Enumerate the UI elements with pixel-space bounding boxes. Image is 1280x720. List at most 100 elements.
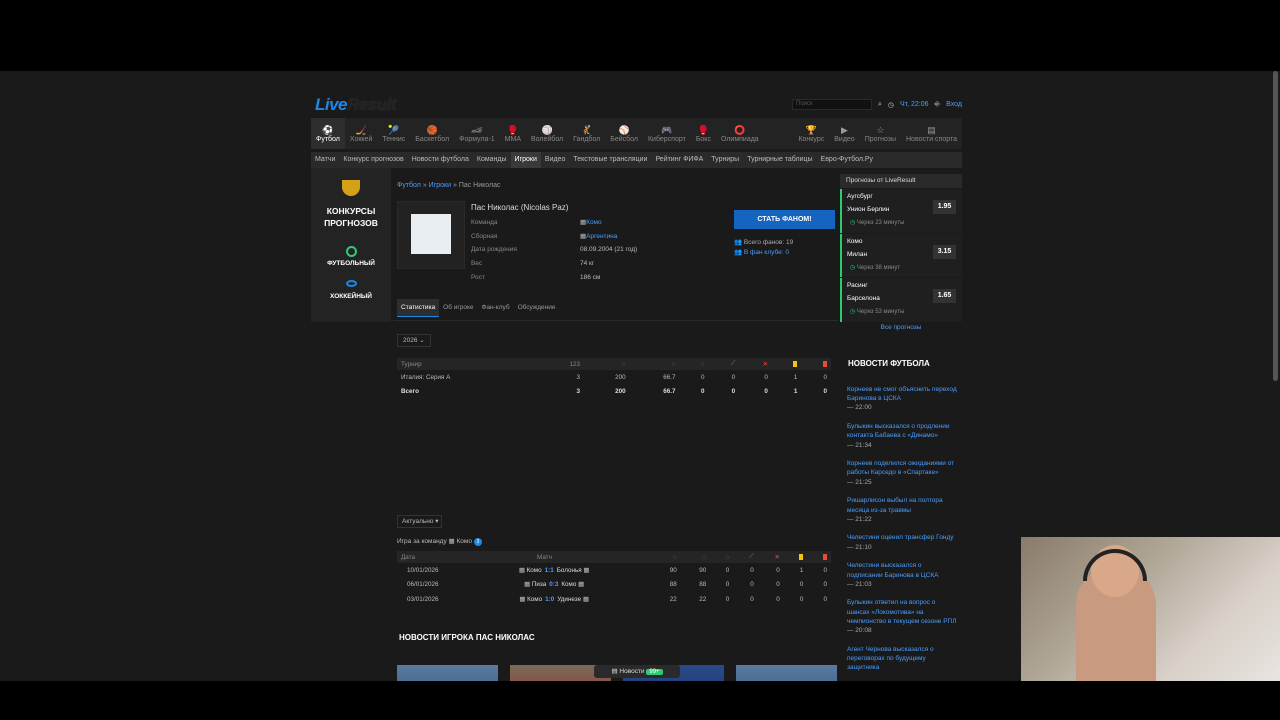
sport-right-tab[interactable]: 🏆 Конкурс	[793, 118, 829, 149]
tab[interactable]: Об игроке	[439, 299, 477, 317]
sport-tab[interactable]: 🤾 Гандбол	[568, 118, 605, 149]
hockey-puck-icon[interactable]	[346, 280, 357, 287]
prediction-odd[interactable]: 3.15	[933, 244, 956, 259]
match-score[interactable]: 1:1	[542, 567, 557, 574]
subnav-item[interactable]: Игроки	[510, 152, 541, 168]
sport-tab[interactable]: 🏀 Баскетбол	[410, 118, 454, 149]
football-icon[interactable]	[346, 246, 357, 257]
subnav-item[interactable]: Турнирные таблицы	[743, 152, 816, 168]
news-item[interactable]: Булыкин ответил на вопрос о шансах «Локо…	[847, 598, 957, 635]
match-home[interactable]: Комо	[527, 596, 542, 603]
fan-club-link[interactable]: В фан клубе: 0	[744, 249, 789, 256]
filter-select[interactable]: Актуально ▾	[397, 515, 442, 528]
news-card[interactable]: «Реал» принял решение по покупке игрока …	[736, 665, 837, 681]
sport-tab[interactable]: ⚽ Футбол	[311, 118, 345, 149]
logo[interactable]: LiveResult	[315, 95, 396, 115]
news-item[interactable]: Агент Чернова высказался о переговорах п…	[847, 645, 957, 673]
match-home[interactable]: Комо	[527, 567, 542, 574]
subnav-item[interactable]: Рейтинг ФИФА	[651, 152, 707, 168]
news-bar[interactable]: ▤ Новости 99+	[594, 665, 680, 678]
season-select[interactable]: 2026 ⌄	[397, 334, 431, 347]
news-headline[interactable]: Ришарлисон выбыл на полтора месяца из-за…	[847, 496, 957, 514]
contest-hockey[interactable]: ХОККЕЙНЫЙ	[311, 293, 391, 300]
sport-tab[interactable]: 🥊 ММА	[500, 118, 526, 149]
match-cell[interactable]: ▦ Пиза 0:3 Комо ▦	[457, 578, 651, 593]
prediction-item[interactable]: Аугсбург Унион Берлин ◷ Через 23 минуты 1.9…	[840, 189, 962, 233]
news-image[interactable]	[397, 665, 498, 681]
match-row[interactable]: 03/01/2026 ▦ Комо 1:0 Удинезе ▦ 22 22 0 0 0 0 0	[397, 592, 831, 607]
page-scrollbar[interactable]	[1273, 71, 1278, 381]
news-item[interactable]: Челестини высказался о подписании Барино…	[847, 561, 957, 589]
news-item[interactable]: Корнеев поделился ожиданиями от работы К…	[847, 459, 957, 487]
match-away[interactable]: Болонья	[557, 567, 582, 574]
subnav-item[interactable]: Новости футбола	[408, 152, 473, 168]
news-headline[interactable]: Корнеев поделился ожиданиями от работы К…	[847, 459, 957, 477]
sport-tab[interactable]: 🎮 Киберспорт	[643, 118, 691, 149]
for-team-name[interactable]: Комо	[457, 538, 473, 545]
match-row[interactable]: 10/01/2026 ▦ Комо 1:1 Болонья ▦ 90 90 0 0 0 1 0	[397, 563, 831, 578]
news-headline[interactable]: Челестини оценил трансфер Гонду	[847, 533, 957, 542]
sport-tab[interactable]: 🥊 Бокс	[691, 118, 716, 149]
all-predictions-link[interactable]: Все прогнозы	[840, 324, 962, 331]
match-home[interactable]: Пиза	[532, 581, 546, 588]
sport-tab[interactable]: ⚾ Бейсбол	[605, 118, 643, 149]
subnav-item[interactable]: Евро-Футбол.Ру	[817, 152, 877, 168]
prediction-odd[interactable]: 1.95	[933, 200, 956, 214]
news-headline[interactable]: Корнеев не смог объяснить переход Барино…	[847, 385, 957, 403]
subnav-item[interactable]: Матчи	[311, 152, 339, 168]
breadcrumb-players[interactable]: Игроки	[429, 182, 451, 189]
become-fan-button[interactable]: СТАТЬ ФАНОМ!	[734, 210, 835, 229]
news-item[interactable]: Челестини оценил трансфер Гонду — 21:10	[847, 533, 957, 551]
sport-tab[interactable]: 🏒 Хоккей	[345, 118, 378, 149]
prediction-item[interactable]: Расинг Барселона ◷ Через 53 минуты 1.65	[840, 278, 962, 322]
news-item[interactable]: Ришарлисон выбыл на полтора месяца из-за…	[847, 496, 957, 524]
subnav-item[interactable]: Видео	[541, 152, 569, 168]
stats-cell: 0	[701, 373, 705, 381]
info-value[interactable]: Аргентина	[586, 230, 617, 244]
subnav-item[interactable]: Команды	[473, 152, 511, 168]
match-cell[interactable]: ▦ Комо 1:0 Удинезе ▦	[457, 592, 651, 607]
tab[interactable]: Статистика	[397, 299, 440, 317]
news-item[interactable]: Корнеев не смог объяснить переход Барино…	[847, 385, 957, 413]
match-cell[interactable]: ▦ Комо 1:1 Болонья ▦	[457, 563, 651, 578]
stats-header-cell: ⟋	[708, 358, 740, 370]
news-headline[interactable]: Булыкин ответил на вопрос о шансах «Локо…	[847, 598, 957, 626]
match-score[interactable]: 0:3	[546, 581, 561, 588]
team-crest-icon: ▦	[581, 566, 590, 574]
subnav-item[interactable]: Текстовые трансляции	[569, 152, 651, 168]
tab[interactable]: Обсуждение	[514, 299, 560, 317]
search-icon[interactable]: ⌕	[878, 101, 882, 109]
sport-right-tab[interactable]: ▤ Новости спорта	[901, 118, 962, 149]
stats-cell: 200	[615, 388, 626, 396]
prediction-item[interactable]: Комо Милан ◷ Через 38 минут 3.15	[840, 233, 962, 277]
time-link[interactable]: Чт, 22:06	[900, 101, 929, 108]
news-headline[interactable]: Челестини высказался о подписании Барино…	[847, 561, 957, 579]
breadcrumb-football[interactable]: Футбол	[397, 182, 421, 189]
subnav-item[interactable]: Турниры	[707, 152, 743, 168]
subnav-item[interactable]: Конкурс прогнозов	[339, 152, 407, 168]
sport-tab[interactable]: ⭕ Олимпиада	[716, 118, 764, 149]
news-headline[interactable]: Агент Чернова высказался о переговорах п…	[847, 645, 957, 673]
sport-tab[interactable]: 🏐 Волейбол	[526, 118, 568, 149]
search-input[interactable]: Поиск	[792, 99, 872, 110]
sport-right-tab[interactable]: ▶ Видео	[829, 118, 859, 149]
news-image[interactable]	[736, 665, 837, 681]
news-headline[interactable]: Булыкин высказался о продлении контакта …	[847, 422, 957, 440]
match-away[interactable]: Комо	[561, 581, 576, 588]
match-away[interactable]: Удинезе	[557, 596, 581, 603]
info-value[interactable]: Комо	[586, 216, 602, 230]
news-card[interactable]: Пас готов вернуться в «Реал» при определ…	[397, 665, 498, 681]
contest-football[interactable]: ФУТБОЛЬНЫЙ	[311, 260, 391, 267]
sport-right-tab[interactable]: ☆ Прогнозы	[860, 118, 901, 149]
team-crest-icon: ▦	[576, 581, 585, 589]
news-item[interactable]: Булыкин высказался о продлении контакта …	[847, 422, 957, 450]
match-score[interactable]: 1:0	[542, 596, 557, 603]
contest-title[interactable]: КОНКУРСЫ ПРОГНОЗОВ	[311, 205, 391, 229]
match-row[interactable]: 06/01/2026 ▦ Пиза 0:3 Комо ▦ 88 88 0 0 0 0 0	[397, 578, 831, 593]
sport-tab[interactable]: 🏎 Формула-1	[454, 118, 500, 149]
sport-tab[interactable]: 🎾 Теннис	[377, 118, 410, 149]
prediction-odd[interactable]: 1.65	[933, 289, 956, 303]
tab[interactable]: Фан-клуб	[478, 299, 514, 317]
login-link[interactable]: Вход	[946, 101, 962, 108]
match-stat: 0	[725, 595, 730, 603]
